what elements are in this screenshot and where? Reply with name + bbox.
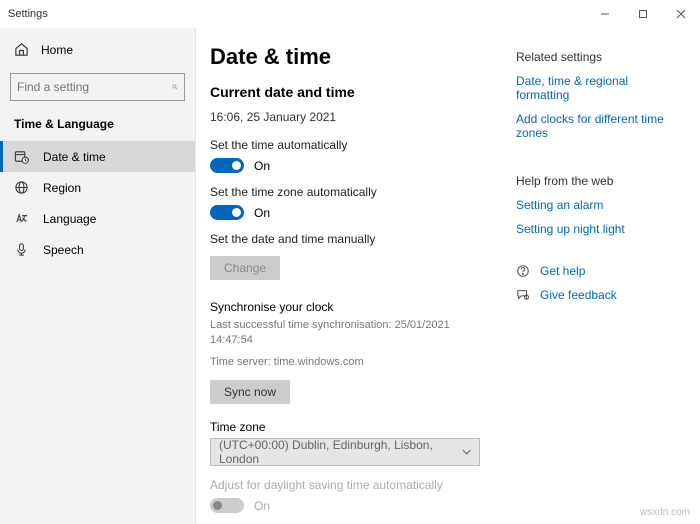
right-column: Related settings Date, time & regional f… (506, 44, 700, 524)
sidebar: Home Time & Language Date & time Region … (0, 28, 196, 524)
chevron-down-icon (462, 447, 471, 457)
current-datetime: 16:06, 25 January 2021 (210, 110, 492, 124)
change-button[interactable]: Change (210, 256, 280, 280)
nav-label: Region (43, 181, 81, 195)
link-feedback[interactable]: Give feedback (540, 288, 617, 302)
nav-speech[interactable]: Speech (0, 234, 195, 265)
home-nav[interactable]: Home (0, 36, 195, 63)
auto-tz-toggle[interactable] (210, 205, 244, 220)
dst-toggle (210, 498, 244, 513)
globe-icon (14, 180, 29, 195)
auto-tz-label: Set the time zone automatically (210, 185, 492, 199)
related-head: Related settings (516, 50, 682, 64)
link-get-help[interactable]: Get help (540, 264, 585, 278)
dst-label: Adjust for daylight saving time automati… (210, 478, 492, 492)
nav-date-time[interactable]: Date & time (0, 141, 195, 172)
watermark: wsxdn.com (640, 507, 690, 518)
sync-head: Synchronise your clock (210, 300, 492, 314)
nav-label: Language (43, 212, 96, 226)
page-title: Date & time (210, 44, 492, 70)
sync-server: Time server: time.windows.com (210, 355, 492, 370)
search-input[interactable] (17, 80, 172, 94)
timezone-value: (UTC+00:00) Dublin, Edinburgh, Lisbon, L… (219, 438, 462, 466)
link-night-light[interactable]: Setting up night light (516, 222, 682, 236)
link-regional-formatting[interactable]: Date, time & regional formatting (516, 74, 682, 102)
search-box[interactable] (10, 73, 185, 101)
sync-now-button[interactable]: Sync now (210, 380, 290, 404)
link-setting-alarm[interactable]: Setting an alarm (516, 198, 682, 212)
feedback-icon (516, 288, 530, 302)
microphone-icon (14, 242, 29, 257)
minimize-button[interactable] (586, 0, 624, 28)
help-head: Help from the web (516, 174, 682, 188)
timezone-combo[interactable]: (UTC+00:00) Dublin, Edinburgh, Lisbon, L… (210, 438, 480, 466)
section-current: Current date and time (210, 84, 492, 100)
nav-language[interactable]: Language (0, 203, 195, 234)
auto-time-label: Set the time automatically (210, 138, 492, 152)
link-add-clocks[interactable]: Add clocks for different time zones (516, 112, 682, 140)
home-icon (14, 42, 29, 57)
window-controls (586, 0, 700, 28)
content-area: Date & time Current date and time 16:06,… (196, 44, 506, 524)
close-button[interactable] (662, 0, 700, 28)
nav-label: Date & time (43, 150, 106, 164)
auto-time-state: On (254, 159, 270, 173)
group-header: Time & Language (0, 113, 195, 141)
calendar-clock-icon (14, 149, 29, 164)
maximize-button[interactable] (624, 0, 662, 28)
auto-time-toggle[interactable] (210, 158, 244, 173)
nav-label: Speech (43, 243, 84, 257)
manual-label: Set the date and time manually (210, 232, 492, 246)
help-icon (516, 264, 530, 278)
language-icon (14, 211, 29, 226)
nav-region[interactable]: Region (0, 172, 195, 203)
tz-head: Time zone (210, 420, 492, 434)
home-label: Home (41, 43, 73, 57)
auto-tz-state: On (254, 206, 270, 220)
search-icon (172, 80, 178, 94)
sync-last: Last successful time synchronisation: 25… (210, 318, 492, 349)
window-title: Settings (8, 8, 48, 20)
dst-state: On (254, 499, 270, 513)
titlebar: Settings (0, 0, 700, 28)
